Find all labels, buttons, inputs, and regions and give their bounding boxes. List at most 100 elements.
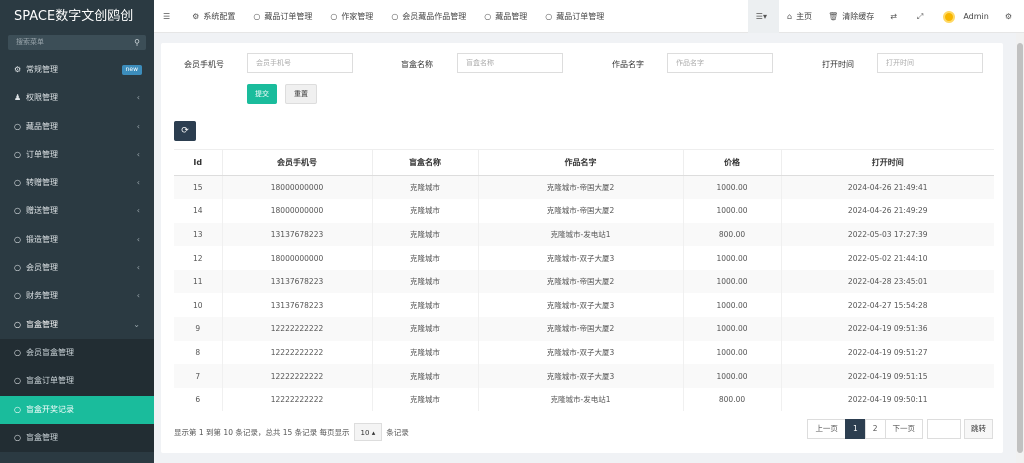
circle-icon: ○	[14, 291, 21, 301]
col-header-open-time[interactable]: 打开时间	[781, 149, 994, 176]
sidebar-item-members[interactable]: ○ 会员管理 ‹	[0, 254, 154, 282]
search-icon[interactable]: ⚲	[134, 35, 140, 50]
sidebar-subitem-blindbox-orders[interactable]: ○ 盲盒订单管理	[0, 367, 154, 395]
sidebar-subitem-label: 盲盒订单管理	[26, 376, 74, 386]
cell-box-name: 克隆城市	[372, 175, 479, 200]
cell-price: 1000.00	[683, 199, 782, 223]
chevron-left-icon: ‹	[136, 234, 140, 244]
cell-price: 800.00	[683, 222, 782, 247]
scrollbar-thumb[interactable]	[1017, 43, 1023, 453]
col-header-id[interactable]: Id	[174, 149, 223, 176]
sidebar-item-general[interactable]: ⚙ 常规管理 new	[0, 56, 154, 84]
sidebar-subitem-blindbox-draws[interactable]: ○ 盲盒开奖记录	[0, 395, 154, 424]
pagination: 上一页 1 2 下一页 跳转	[807, 419, 993, 439]
cell-id: 13	[174, 222, 223, 247]
page-1-button[interactable]: 1	[844, 419, 866, 439]
circle-icon: ○	[14, 376, 21, 386]
page-2-button[interactable]: 2	[864, 419, 886, 439]
fullscreen-button[interactable]: ⤢	[909, 0, 935, 33]
sidebar-item-gifts[interactable]: ○ 赠送管理 ‹	[0, 197, 154, 225]
jump-page-input[interactable]	[927, 419, 961, 439]
cell-box-name: 克隆城市	[372, 269, 479, 294]
col-header-price[interactable]: 价格	[683, 149, 782, 176]
sidebar-subitem-member-blindbox[interactable]: ○ 会员盲盒管理	[0, 339, 154, 367]
reset-button[interactable]: 重置	[285, 84, 317, 104]
table-row[interactable]: 8 12222222222 克隆城市 克隆城市-双子大厦3 1000.00 2022-04…	[174, 340, 994, 365]
table-row[interactable]: 6 12222222222 克隆城市 克隆城市-发电站1 800.00 2022-04-1…	[174, 387, 994, 412]
page-scrollbar[interactable]	[1016, 33, 1024, 463]
tab-collections[interactable]: ○ 藏品管理	[475, 0, 536, 33]
table-row[interactable]: 13 13137678223 克隆城市 克隆城市-发电站1 800.00 2022-05-…	[174, 222, 994, 247]
cell-open-time: 2022-04-28 23:45:01	[781, 269, 994, 294]
table-row[interactable]: 11 13137678223 克隆城市 克隆城市-帝国大厦2 1000.00 2022-0…	[174, 269, 994, 294]
chevron-left-icon: ‹	[136, 178, 140, 188]
table-row[interactable]: 7 12222222222 克隆城市 克隆城市-双子大厦3 1000.00 2022-04…	[174, 364, 994, 388]
tab-label: 系统配置	[203, 11, 236, 21]
tab-list-dropdown-button[interactable]: ☰▾	[747, 0, 779, 33]
col-header-box-name[interactable]: 盲盒名称	[372, 149, 479, 176]
records-table: Id 会员手机号 盲盒名称 作品名字 价格 打开时间 15 18000000000…	[174, 149, 994, 412]
tab-collection-orders[interactable]: ○ 藏品订单管理	[244, 0, 321, 33]
sidebar-item-forging[interactable]: ○ 锻造管理 ‹	[0, 226, 154, 254]
brand-title: SPACE数字文创鸥创	[0, 0, 154, 33]
circle-icon: ○	[330, 11, 338, 21]
circle-icon: ○	[14, 263, 21, 273]
clear-cache-button[interactable]: 🗑 清除缓存	[820, 0, 882, 33]
sidebar-item-collections[interactable]: ○ 藏品管理 ‹	[0, 113, 154, 141]
table-row[interactable]: 12 18000000000 克隆城市 克隆城市-双子大厦3 1000.00 2022-0…	[174, 246, 994, 270]
next-page-button[interactable]: 下一页	[884, 419, 923, 439]
circle-icon: ○	[14, 319, 21, 329]
settings-button[interactable]: ⚙	[997, 0, 1024, 33]
cell-work-name: 克隆城市-双子大厦3	[478, 246, 684, 270]
work-name-input[interactable]: 作品名字	[667, 53, 773, 73]
circle-icon: ○	[253, 11, 261, 21]
user-menu[interactable]: Admin	[935, 0, 997, 33]
translate-button[interactable]: ⇄	[882, 0, 909, 33]
cell-open-time: 2022-04-27 15:54:28	[847, 300, 928, 310]
cell-open-time: 2022-05-02 21:44:10	[847, 253, 928, 263]
sidebar-search-input[interactable]: 搜索菜单 ⚲	[8, 35, 146, 50]
expand-icon: ⤢	[916, 11, 924, 21]
table-row[interactable]: 14 18000000000 克隆城市 克隆城市-帝国大厦2 1000.00 2024-0…	[174, 199, 994, 223]
sidebar-subitem-label: 盲盒管理	[26, 432, 58, 442]
open-time-input[interactable]: 打开时间	[877, 53, 983, 73]
cell-id: 6	[174, 387, 223, 412]
sidebar-subitem-blindbox-manage[interactable]: ○ 盲盒管理	[0, 424, 154, 452]
tab-label: 作家管理	[341, 11, 374, 21]
cell-box-name: 克隆城市	[372, 246, 479, 270]
sidebar-item-orders[interactable]: ○ 订单管理 ‹	[0, 141, 154, 169]
cell-work-name: 克隆城市-帝国大厦2	[478, 175, 684, 200]
cell-box-name: 克隆城市	[372, 293, 479, 318]
table-row[interactable]: 15 18000000000 克隆城市 克隆城市-帝国大厦2 1000.00 2024-0…	[174, 175, 994, 200]
cell-work-name: 克隆城市-帝国大厦2	[478, 199, 684, 223]
sidebar-item-finance[interactable]: ○ 财务管理 ‹	[0, 282, 154, 310]
submit-button[interactable]: 提交	[247, 84, 277, 104]
tab-authors[interactable]: ○ 作家管理	[321, 0, 382, 33]
phone-input[interactable]: 会员手机号	[247, 53, 353, 73]
sidebar-item-permissions[interactable]: ♟ 权限管理 ‹	[0, 84, 154, 112]
sidebar-item-blindbox[interactable]: ○ 盲盒管理 ⌄	[0, 311, 154, 339]
cell-box-name: 克隆城市	[372, 340, 479, 365]
menu-toggle-button[interactable]: ☰	[154, 0, 183, 33]
table-row[interactable]: 10 13137678223 克隆城市 克隆城市-双子大厦3 1000.00 2022-0…	[174, 293, 994, 318]
box-name-input[interactable]: 盲盒名称	[457, 53, 563, 73]
sidebar-item-transfers[interactable]: ○ 转赠管理 ‹	[0, 169, 154, 197]
cell-open-time: 2024-04-26 21:49:41	[781, 175, 994, 200]
hamburger-icon: ☰	[163, 11, 171, 21]
tab-collection-orders-2[interactable]: ○ 藏品订单管理	[536, 0, 613, 33]
col-header-work-name[interactable]: 作品名字	[478, 149, 684, 176]
cell-id: 7	[174, 364, 223, 388]
table-row[interactable]: 9 12222222222 克隆城市 克隆城市-帝国大厦2 1000.00 2022-04…	[174, 317, 994, 341]
jump-button[interactable]: 跳转	[964, 419, 993, 439]
refresh-button[interactable]: ⟳	[174, 121, 196, 141]
tab-system-config[interactable]: ⚙ 系统配置	[183, 0, 244, 33]
col-header-phone[interactable]: 会员手机号	[222, 149, 373, 176]
prev-page-button[interactable]: 上一页	[807, 419, 846, 439]
home-button[interactable]: ⌂ 主页	[779, 0, 820, 33]
tab-member-works[interactable]: ○ 会员藏品作品管理	[382, 0, 475, 33]
page-size-dropdown[interactable]: 10 ▴	[353, 423, 383, 441]
box-name-label: 盲盒名称	[401, 60, 433, 69]
cell-box-name: 克隆城市	[372, 317, 479, 341]
refresh-icon: ⟳	[181, 126, 189, 136]
circle-icon: ○	[14, 206, 21, 216]
